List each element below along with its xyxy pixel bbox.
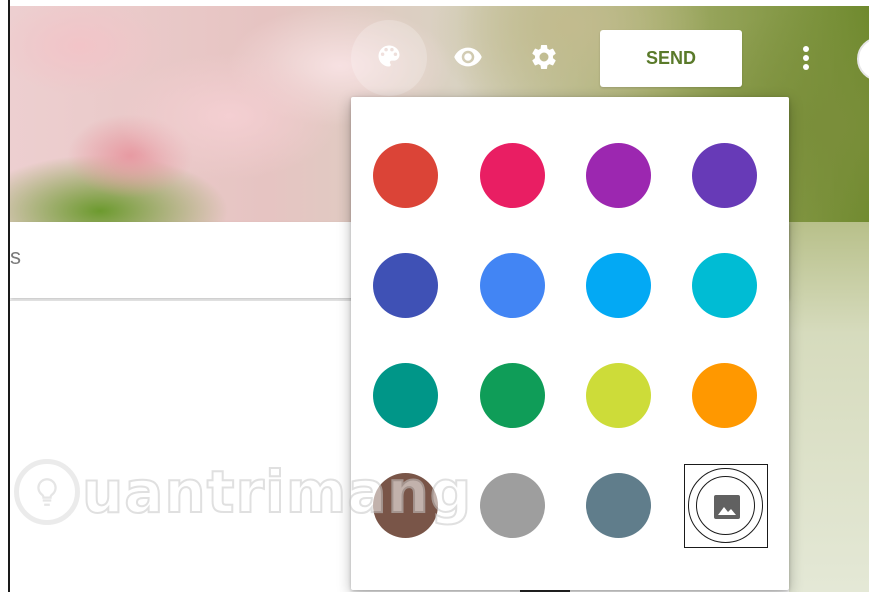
color-swatch-purple[interactable] [586, 143, 651, 208]
preview-button[interactable] [446, 37, 490, 81]
choose-image-option[interactable] [684, 464, 768, 548]
color-swatch-red[interactable] [373, 143, 438, 208]
color-swatch-deep-purple[interactable] [692, 143, 757, 208]
app-frame: s SEND uantrimang [0, 0, 869, 592]
color-swatch-brown[interactable] [373, 473, 438, 538]
color-swatch-blue[interactable] [480, 253, 545, 318]
window-left-edge [0, 0, 10, 592]
send-button[interactable]: SEND [600, 30, 742, 87]
color-swatch-indigo[interactable] [373, 253, 438, 318]
eye-icon [453, 42, 483, 77]
image-icon [711, 493, 743, 526]
color-swatch-pink[interactable] [480, 143, 545, 208]
color-swatch-lime[interactable] [586, 363, 651, 428]
theme-color-picker [351, 97, 789, 590]
page-background [789, 222, 869, 592]
more-vert-icon [802, 45, 810, 76]
color-swatch-light-blue[interactable] [586, 253, 651, 318]
color-swatch-cyan[interactable] [692, 253, 757, 318]
gear-icon [529, 42, 559, 77]
palette-icon [375, 42, 403, 75]
customize-theme-button[interactable] [351, 20, 427, 96]
color-swatch-blue-grey[interactable] [586, 473, 651, 538]
form-title-text: s [10, 244, 21, 269]
color-swatch-grey[interactable] [480, 473, 545, 538]
color-swatch-teal[interactable] [373, 363, 438, 428]
color-swatch-green[interactable] [480, 363, 545, 428]
more-options-button[interactable] [792, 40, 820, 80]
settings-button[interactable] [522, 37, 566, 81]
color-swatch-orange[interactable] [692, 363, 757, 428]
